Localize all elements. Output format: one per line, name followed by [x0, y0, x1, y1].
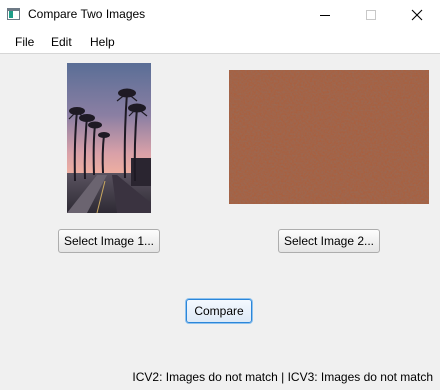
maximize-icon [366, 10, 376, 20]
menu-file[interactable]: File [15, 35, 34, 49]
compare-button[interactable]: Compare [186, 299, 252, 323]
minimize-button[interactable] [302, 0, 348, 30]
minimize-icon [320, 15, 330, 16]
image-1-preview [67, 63, 151, 213]
menu-edit[interactable]: Edit [51, 35, 72, 49]
status-text: ICV2: Images do not match | ICV3: Images… [132, 370, 433, 384]
close-icon [411, 9, 423, 21]
app-icon [7, 8, 20, 20]
close-button[interactable] [394, 0, 440, 30]
select-image-1-button[interactable]: Select Image 1... [58, 229, 160, 253]
menu-help[interactable]: Help [90, 35, 115, 49]
window-title: Compare Two Images [28, 7, 146, 21]
status-bar: ICV2: Images do not match | ICV3: Images… [0, 363, 440, 390]
maximize-button[interactable] [348, 0, 394, 30]
title-bar: Compare Two Images [0, 0, 440, 30]
select-image-2-button[interactable]: Select Image 2... [278, 229, 380, 253]
menu-bar: File Edit Help [0, 30, 440, 54]
image-2-preview [229, 70, 429, 204]
